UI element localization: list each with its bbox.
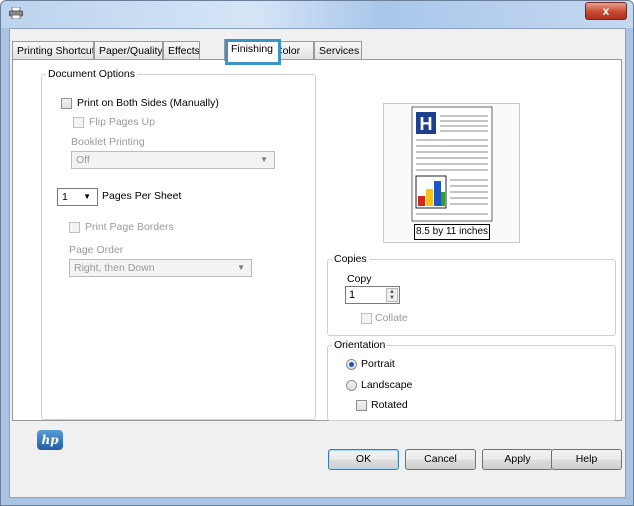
tab-color[interactable]: Color — [280, 41, 314, 59]
booklet-printing-value: Off — [76, 154, 90, 166]
apply-button[interactable]: Apply — [482, 449, 553, 470]
page-layout-preview-icon: H — [411, 106, 493, 222]
pages-per-sheet-select[interactable]: 1 ▼ — [57, 188, 98, 206]
portrait-label: Portrait — [361, 358, 395, 370]
landscape-label: Landscape — [361, 379, 413, 391]
rotated-checkbox[interactable] — [356, 400, 367, 411]
finishing-tab-panel: Document Options Print on Both Sides (Ma… — [12, 59, 622, 421]
orientation-legend: Orientation — [334, 339, 386, 351]
chevron-down-icon: ▼ — [83, 192, 91, 201]
page-preview: H — [383, 103, 520, 243]
page-order-label: Page Order — [69, 244, 124, 256]
printer-icon — [9, 7, 23, 19]
help-button[interactable]: Help — [551, 449, 622, 470]
portrait-radio[interactable] — [346, 359, 357, 370]
booklet-printing-label: Booklet Printing — [71, 136, 145, 148]
hp-logo: hp — [37, 430, 63, 450]
chevron-down-icon: ▼ — [237, 263, 245, 272]
booklet-printing-select[interactable]: Off ▼ — [71, 151, 275, 169]
flip-pages-up-checkbox[interactable] — [73, 117, 84, 128]
copies-legend: Copies — [334, 253, 367, 265]
copy-label: Copy — [347, 273, 372, 285]
copy-count-value: 1 — [349, 289, 356, 301]
print-page-borders-checkbox[interactable] — [69, 222, 80, 233]
tab-effects[interactable]: Effects — [163, 41, 200, 59]
document-options-legend: Document Options — [48, 68, 135, 80]
page-order-value: Right, then Down — [74, 262, 155, 274]
page-order-select[interactable]: Right, then Down ▼ — [69, 259, 252, 277]
pages-per-sheet-label: Pages Per Sheet — [102, 190, 182, 202]
tab-printing-shortcuts[interactable]: Printing Shortcuts — [12, 41, 94, 59]
print-both-sides-label: Print on Both Sides (Manually) — [77, 97, 219, 109]
close-icon: x — [602, 4, 610, 18]
copy-count-stepper[interactable]: 1 ▲ ▼ — [345, 286, 400, 304]
tab-paper-quality[interactable]: Paper/Quality — [94, 41, 163, 59]
title-bar[interactable]: x — [1, 1, 633, 28]
chevron-down-icon: ▼ — [260, 155, 268, 164]
ok-button[interactable]: OK — [328, 449, 399, 470]
svg-text:H: H — [420, 114, 433, 134]
spin-arrows-icon[interactable]: ▲ ▼ — [386, 288, 398, 302]
cancel-button[interactable]: Cancel — [405, 449, 476, 470]
paper-size-label: 8.5 by 11 inches — [414, 224, 490, 240]
tab-services[interactable]: Services — [314, 41, 362, 59]
pages-per-sheet-value: 1 — [62, 191, 68, 203]
printer-properties-window: x Printing Shortcuts Paper/Quality Effec… — [0, 0, 634, 506]
close-button[interactable]: x — [585, 2, 627, 20]
collate-label: Collate — [375, 312, 408, 324]
dialog-client-area: Printing Shortcuts Paper/Quality Effects… — [9, 28, 626, 498]
active-tab-highlight — [225, 39, 281, 65]
print-page-borders-label: Print Page Borders — [85, 221, 174, 233]
collate-checkbox[interactable] — [361, 313, 372, 324]
rotated-label: Rotated — [371, 399, 408, 411]
flip-pages-up-label: Flip Pages Up — [89, 116, 155, 128]
print-both-sides-checkbox[interactable] — [61, 98, 72, 109]
landscape-radio[interactable] — [346, 380, 357, 391]
